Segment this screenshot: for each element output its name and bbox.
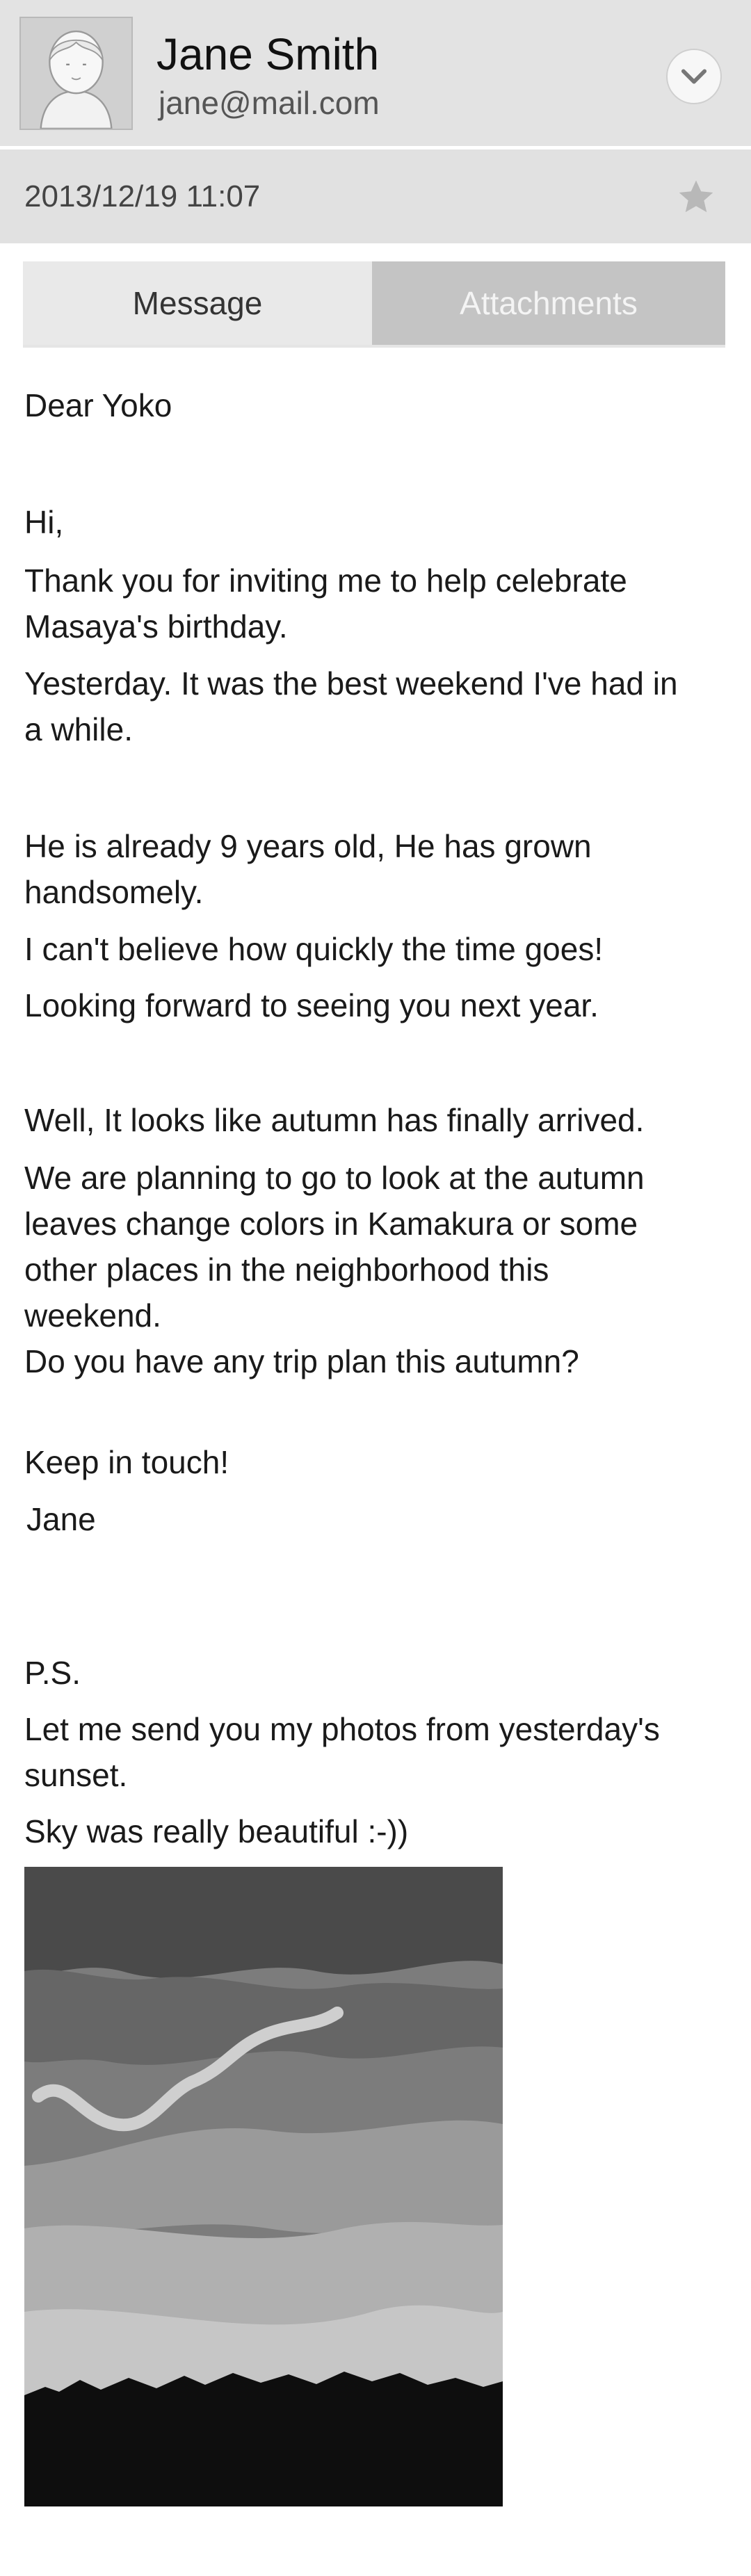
ps-label: P.S.	[24, 1655, 81, 1691]
body-text: handsomely.	[24, 874, 204, 910]
body-text: leaves change colors in Kamakura or some	[24, 1206, 638, 1242]
date-bar: 2013/12/19 11:07	[0, 149, 751, 243]
body-text: Thank you for inviting me to help celebr…	[24, 562, 627, 599]
body-text: Hi,	[24, 504, 64, 540]
expand-details-button[interactable]	[666, 49, 722, 104]
body-text: sunset.	[24, 1757, 128, 1793]
signature: Jane	[26, 1501, 96, 1537]
message-tabs: Message Attachments	[23, 261, 725, 345]
closing: Keep in touch!	[24, 1444, 229, 1480]
body-text: a while.	[24, 711, 133, 747]
body-text: other places in the neighborhood this	[24, 1251, 549, 1288]
body-text: We are planning to go to look at the aut…	[24, 1160, 645, 1196]
sender-header: Jane Smith jane@mail.com	[0, 0, 751, 146]
body-text: Masaya's birthday.	[24, 608, 288, 645]
body-text: Yesterday. It was the best weekend I've …	[24, 665, 678, 702]
sunset-photo[interactable]	[24, 1867, 503, 2506]
tabs-shadow	[23, 345, 725, 348]
body-text: Do you have any trip plan this autumn?	[24, 1343, 579, 1379]
chevron-down-icon	[681, 69, 707, 84]
body-text: Looking forward to seeing you next year.	[24, 987, 599, 1023]
sender-name: Jane Smith	[156, 29, 380, 79]
tab-message[interactable]: Message	[23, 261, 372, 345]
body-text: Well, It looks like autumn has finally a…	[24, 1102, 645, 1138]
sender-email: jane@mail.com	[159, 85, 380, 121]
message-datetime: 2013/12/19 11:07	[24, 179, 261, 213]
star-icon[interactable]	[675, 176, 718, 219]
avatar[interactable]	[19, 17, 133, 130]
body-text: He is already 9 years old, He has grown	[24, 828, 592, 864]
body-text: Sky was really beautiful :-))	[24, 1813, 409, 1849]
tab-attachments[interactable]: Attachments	[372, 261, 725, 345]
body-text: I can't believe how quickly the time goe…	[24, 931, 604, 967]
greeting: Dear Yoko	[24, 387, 172, 423]
body-text: Let me send you my photos from yesterday…	[24, 1711, 660, 1747]
body-text: weekend.	[24, 1297, 161, 1334]
